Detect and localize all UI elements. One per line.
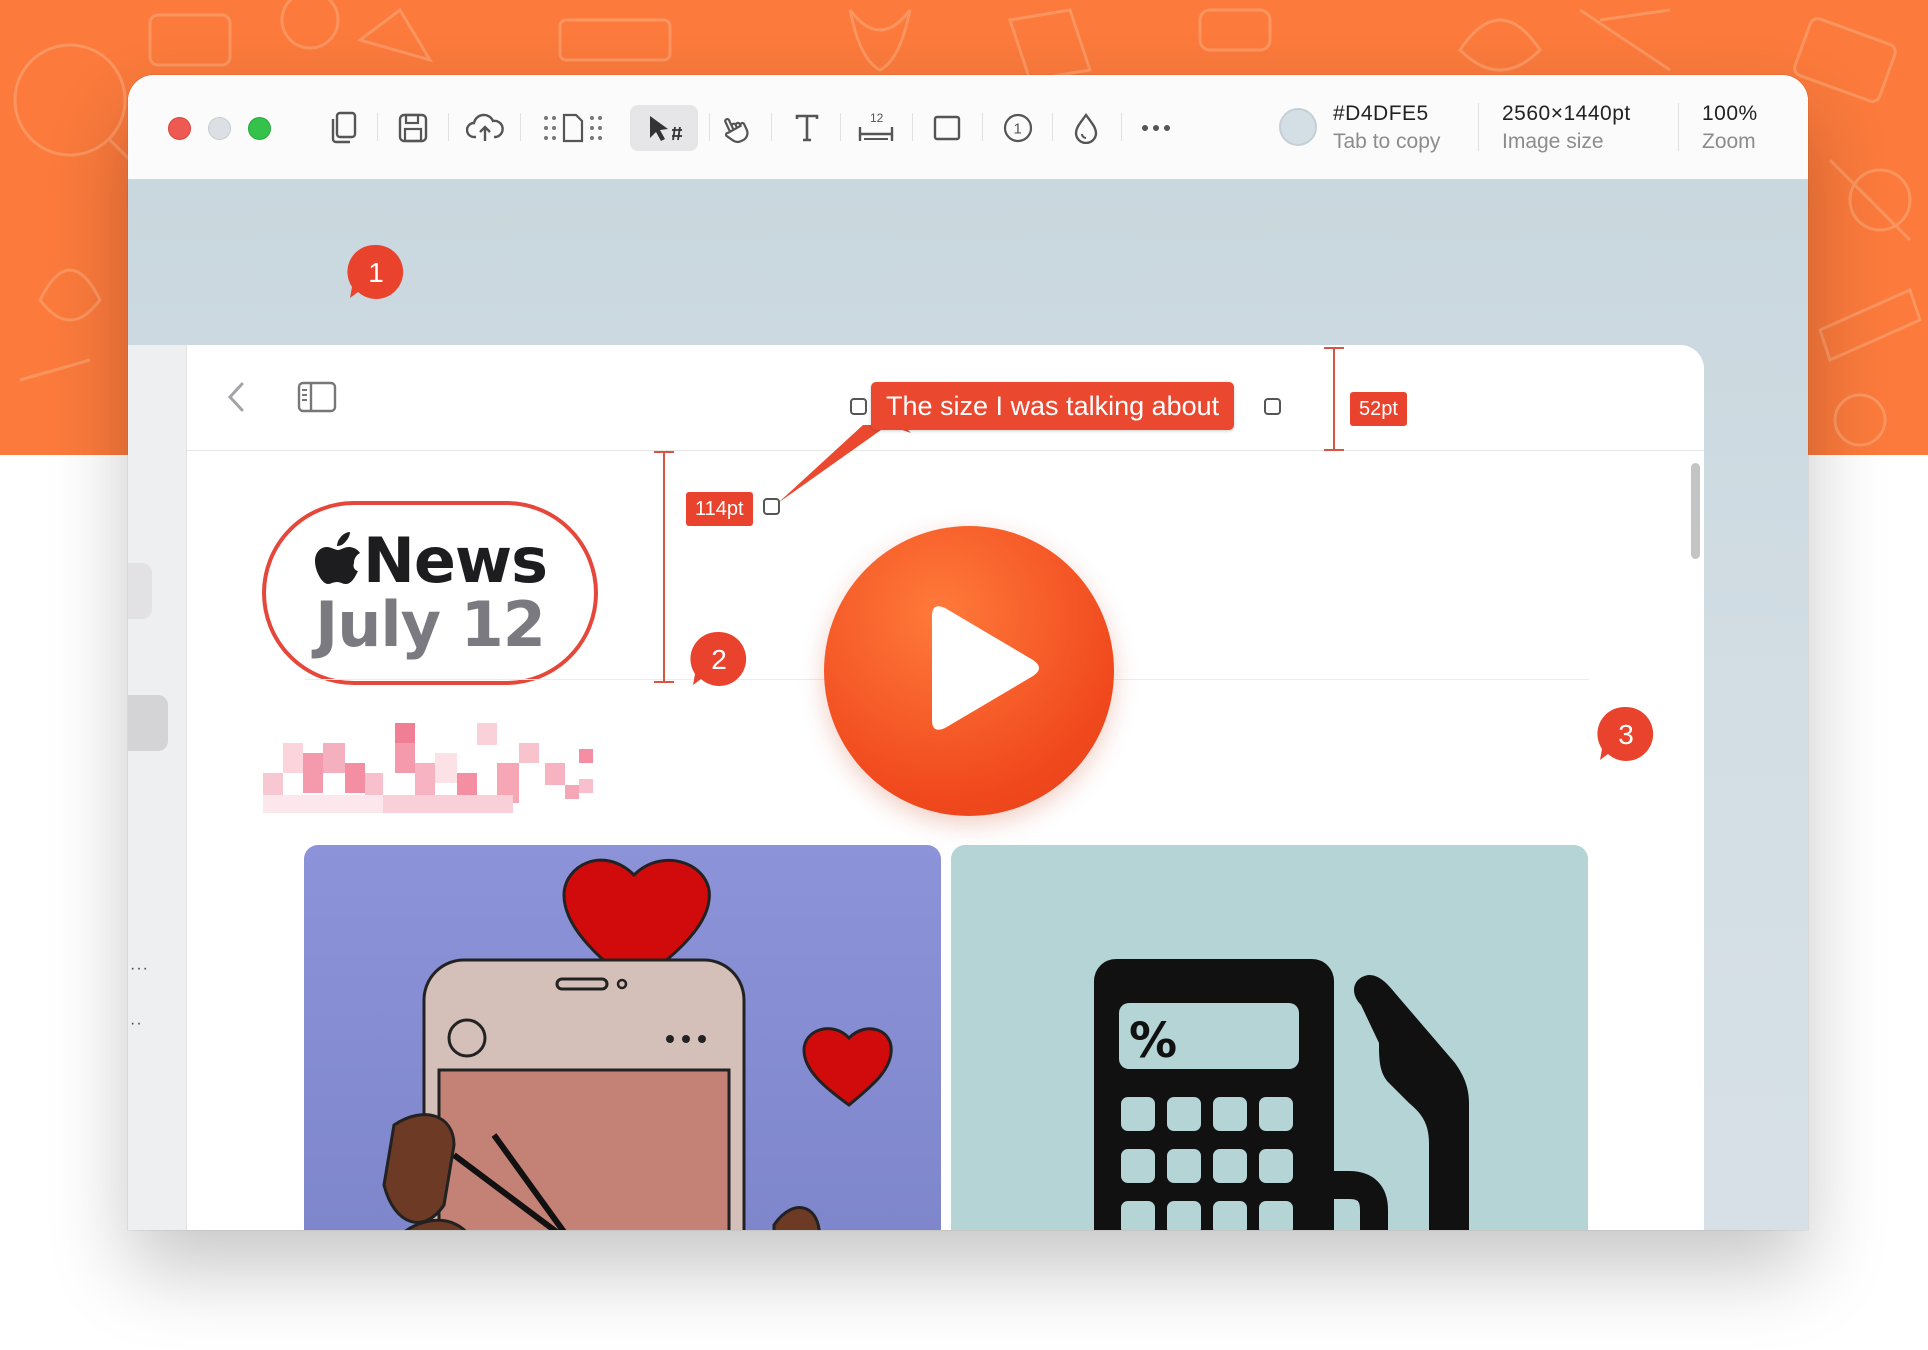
cloud-upload-icon[interactable] [462, 105, 508, 151]
toolbar-divider [448, 113, 449, 141]
svg-text:1: 1 [1014, 121, 1022, 138]
captured-sidebar: ··· ·· [128, 345, 186, 1230]
toolbar-divider [520, 113, 521, 141]
svg-text:%: % [1129, 1013, 1177, 1069]
image-size-info: 2560×1440pt Image size [1502, 100, 1631, 156]
toolbar-divider [982, 113, 983, 141]
measure-line-height [663, 451, 665, 683]
measure-height-label[interactable]: 114pt [686, 492, 753, 526]
measure-cap [654, 451, 674, 453]
ellipsis-icon: ·· [130, 1015, 143, 1032]
news-badge: News July 12 [262, 501, 598, 685]
screenshot-canvas[interactable]: ··· ·· News July 12 % 114pt 52pt [128, 180, 1808, 1230]
info-divider [1478, 103, 1479, 151]
counter-marker-3[interactable]: 3 [1596, 705, 1654, 761]
sidebar-pill [128, 563, 152, 619]
callout-handle-left[interactable] [850, 398, 867, 415]
news-title: News [362, 524, 548, 597]
article-card-calculator[interactable]: % [951, 845, 1588, 1230]
measure-cap [1324, 449, 1344, 451]
measure-toolbar-label[interactable]: 52pt [1350, 392, 1407, 426]
zoom-value: 100% [1702, 102, 1758, 125]
back-chevron-icon [227, 382, 244, 412]
app-toolbar: 12 1 #D4DFE5 Tab to copy 2560×1440pt Ima… [128, 75, 1808, 180]
text-icon[interactable] [784, 105, 830, 151]
sidebar-pill-selected [128, 695, 168, 751]
close-button[interactable] [168, 117, 191, 140]
svg-text:2: 2 [711, 644, 727, 675]
measure-cap [654, 681, 674, 683]
zoom-label: Zoom [1702, 130, 1756, 153]
calculator-fuel-illustration: % [1094, 959, 1469, 1230]
color-info[interactable]: #D4DFE5 Tab to copy [1333, 100, 1440, 156]
pixelated-redaction [263, 723, 593, 813]
callout-label[interactable]: The size I was talking about [871, 382, 1235, 430]
rectangle-icon[interactable] [924, 105, 970, 151]
color-value: #D4DFE5 [1333, 102, 1429, 125]
toolbar-divider [1052, 113, 1053, 141]
crop-icon[interactable] [538, 105, 608, 151]
drop-icon[interactable] [1063, 105, 1109, 151]
counter-marker-2[interactable]: 2 [689, 630, 747, 686]
ellipsis-icon: ··· [130, 960, 149, 977]
copy-icon[interactable] [320, 105, 366, 151]
minimize-button[interactable] [208, 117, 231, 140]
article-card-phone[interactable] [304, 845, 941, 1230]
measure-cap [1324, 347, 1344, 349]
color-swatch[interactable] [1279, 108, 1317, 146]
counter-marker-1[interactable]: 1 [346, 243, 404, 299]
measure-icon[interactable]: 12 [852, 105, 900, 151]
more-icon[interactable] [1133, 105, 1179, 151]
sidebar-toggle-icon [297, 381, 337, 413]
toolbar-divider [1121, 113, 1122, 141]
arrow-select-icon[interactable] [630, 105, 698, 151]
toolbar-divider [840, 113, 841, 141]
image-size-value: 2560×1440pt [1502, 102, 1631, 125]
apple-logo-icon [314, 532, 360, 584]
color-hint: Tab to copy [1333, 130, 1441, 153]
measure-line-toolbar [1333, 347, 1335, 451]
svg-text:1: 1 [368, 257, 384, 288]
news-date: July 12 [315, 588, 546, 661]
play-button[interactable] [824, 526, 1114, 816]
phone-hearts-illustration [382, 858, 893, 1230]
play-icon [932, 606, 1039, 730]
image-size-label: Image size [1502, 130, 1604, 153]
info-divider [1678, 103, 1679, 151]
callout-tip-handle[interactable] [763, 498, 780, 515]
save-icon[interactable] [390, 105, 436, 151]
toolbar-divider [912, 113, 913, 141]
hand-icon[interactable] [713, 105, 759, 151]
zoom-info[interactable]: 100% Zoom [1702, 100, 1758, 156]
app-window: 12 1 #D4DFE5 Tab to copy 2560×1440pt Ima… [128, 75, 1808, 1230]
counter-icon[interactable]: 1 [995, 105, 1041, 151]
svg-text:3: 3 [1618, 719, 1634, 750]
toolbar-divider [771, 113, 772, 141]
zoom-button[interactable] [248, 117, 271, 140]
scrollbar[interactable] [1691, 463, 1700, 559]
toolbar-divider [709, 113, 710, 141]
callout-handle-right[interactable] [1264, 398, 1281, 415]
toolbar-divider [377, 113, 378, 141]
svg-text:12: 12 [870, 111, 884, 125]
